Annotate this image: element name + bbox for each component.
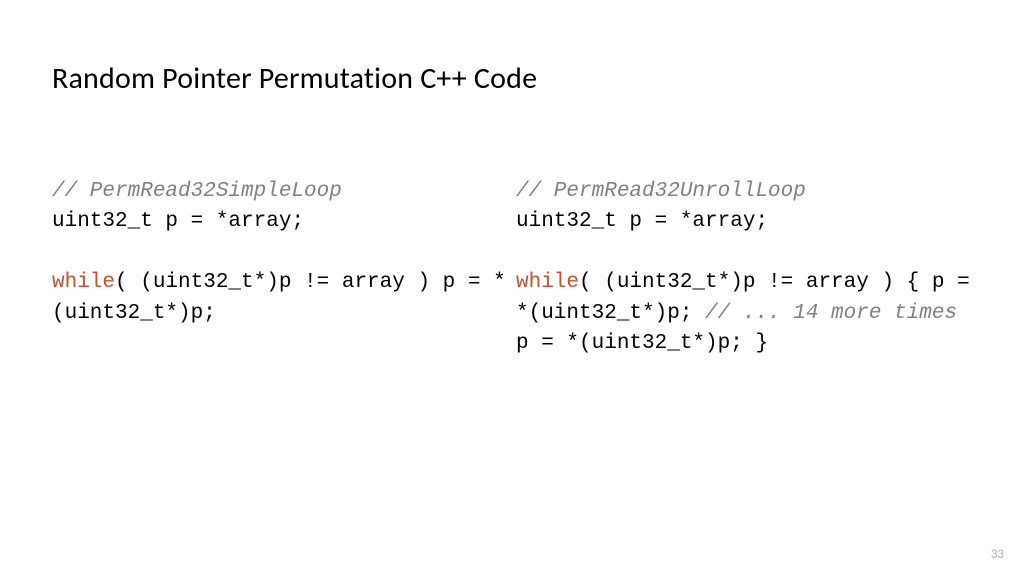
code-line: ( (uint32_t*)p != array ) p = *(uint32_t… (52, 271, 506, 324)
code-right-column: // PermRead32UnrollLoop uint32_t p = *ar… (512, 177, 972, 360)
slide-title: Random Pointer Permutation C++ Code (52, 60, 972, 97)
page-number: 33 (991, 547, 1004, 562)
comment-unroll: // PermRead32UnrollLoop (516, 180, 806, 203)
keyword-while: while (516, 271, 579, 294)
slide: Random Pointer Permutation C++ Code // P… (0, 0, 1024, 576)
code-line: uint32_t p = *array; (52, 210, 304, 233)
code-columns: // PermRead32SimpleLoop uint32_t p = *ar… (52, 177, 972, 360)
keyword-while: while (52, 271, 115, 294)
code-left-column: // PermRead32SimpleLoop uint32_t p = *ar… (52, 177, 512, 360)
code-line: uint32_t p = *array; (516, 210, 768, 233)
comment-ellipsis: // ... 14 more times (705, 302, 957, 325)
code-block-unroll: // PermRead32UnrollLoop uint32_t p = *ar… (516, 177, 972, 360)
code-block-simple: // PermRead32SimpleLoop uint32_t p = *ar… (52, 177, 508, 329)
comment-simple: // PermRead32SimpleLoop (52, 180, 342, 203)
